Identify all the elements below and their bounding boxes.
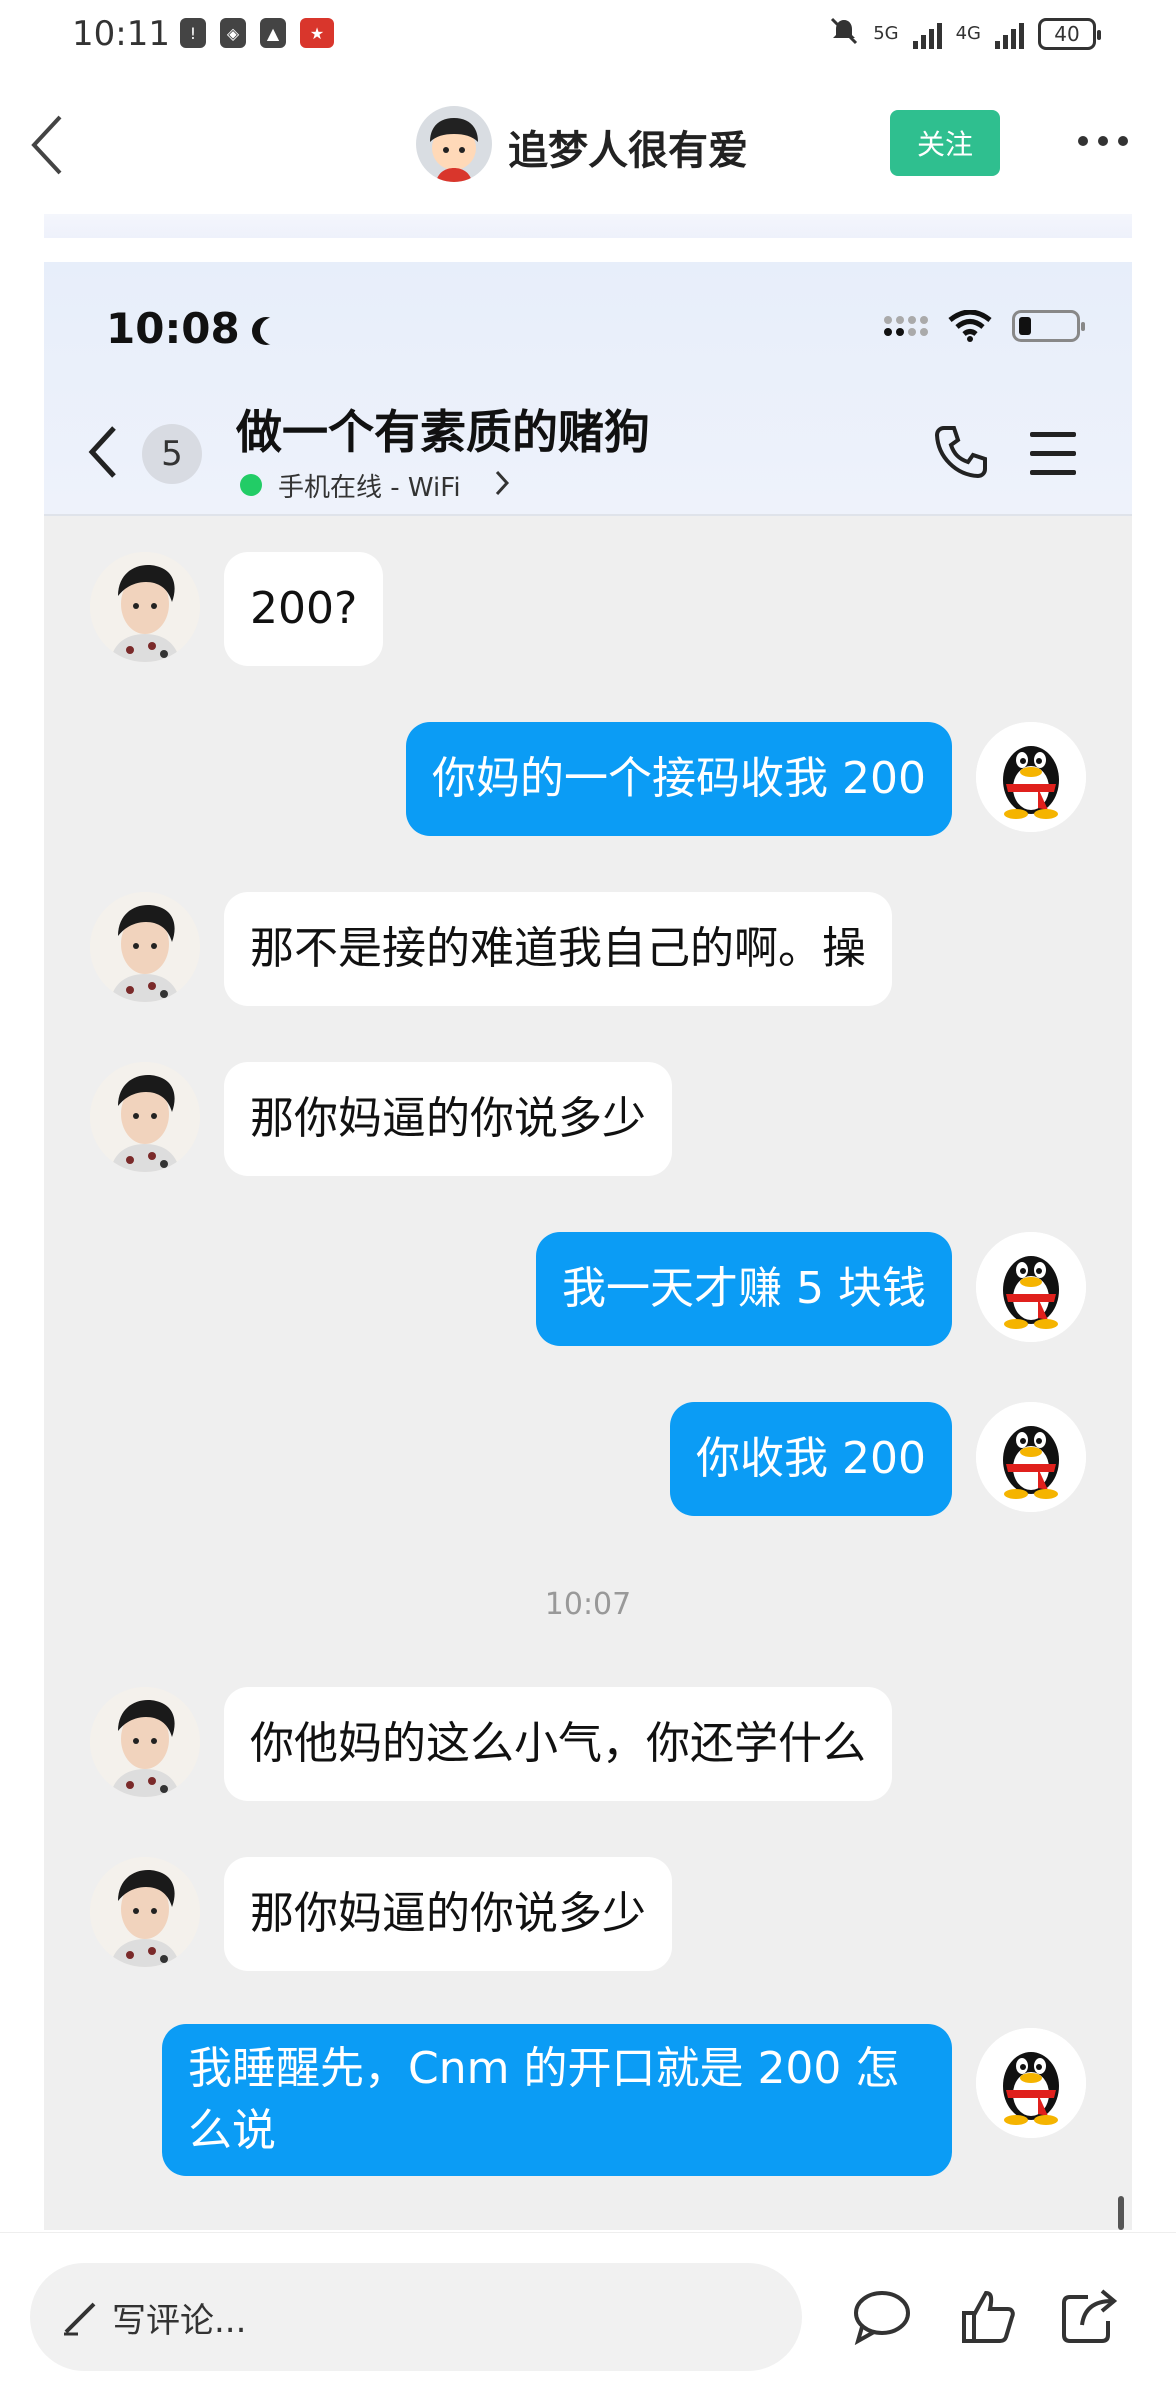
chat-menu-icon[interactable] [1030, 432, 1076, 489]
chat-title: 做一个有素质的赌狗 [236, 405, 650, 459]
system-status-bar: 10:11 ! ◈ ▲ ★ 5G 4G 40 [0, 0, 1176, 72]
self-avatar-qq-icon[interactable] [976, 1232, 1086, 1342]
incoming-message-bubble[interactable]: 那你妈逼的你说多少 [224, 1062, 672, 1176]
follow-button[interactable]: 关注 [890, 110, 1000, 176]
notification-icons: ! ◈ ▲ ★ [180, 18, 334, 48]
outgoing-message-bubble[interactable]: 我睡醒先，Cnm 的开口就是 200 怎么说 [162, 2024, 952, 2176]
battery-icon: 40 [1038, 17, 1101, 50]
contact-avatar[interactable] [90, 1857, 200, 1967]
battery-level: 40 [1054, 21, 1080, 46]
back-button[interactable] [28, 113, 68, 177]
share-icon[interactable] [1060, 2289, 1120, 2349]
incoming-message-bubble[interactable]: 那你妈逼的你说多少 [224, 1857, 672, 1971]
signal-icon [912, 19, 942, 49]
screenshot-time: 10:08 [106, 304, 282, 353]
back-arrow-icon [31, 115, 62, 175]
comment-bar: 写评论... [0, 2232, 1176, 2400]
incoming-message-bubble[interactable]: 200? [224, 552, 384, 666]
contact-avatar[interactable] [90, 1062, 200, 1172]
like-icon[interactable] [960, 2289, 1016, 2349]
unread-badge: 5 [142, 424, 202, 484]
contact-avatar[interactable] [90, 1687, 200, 1797]
app-icon: ◈ [220, 18, 246, 48]
author-avatar[interactable] [416, 106, 492, 182]
chat-header: 10:08 5 做一个有素质的赌狗 手机在线 - WiFi [44, 262, 1132, 516]
signal-icon-2 [995, 19, 1024, 49]
mute-icon [829, 16, 859, 51]
outgoing-message-bubble[interactable]: 你妈的一个接码收我 200 [406, 722, 952, 836]
chat-back-button[interactable] [84, 422, 124, 486]
content-divider [44, 214, 1132, 238]
incoming-message-bubble[interactable]: 那不是接的难道我自己的啊。操 [224, 892, 892, 1006]
status-time: 10:11 [72, 14, 170, 54]
contact-avatar[interactable] [90, 892, 200, 1002]
more-options-icon[interactable] [1078, 136, 1128, 146]
phone-call-icon[interactable] [930, 422, 990, 486]
outgoing-message-bubble[interactable]: 你收我 200 [670, 1402, 952, 1516]
comment-icon[interactable] [852, 2289, 912, 2349]
network-5g-label: 5G [873, 23, 899, 44]
self-avatar-qq-icon[interactable] [976, 722, 1086, 832]
chat-online-status[interactable]: 手机在线 - WiFi [278, 467, 461, 504]
alert-icon: ! [180, 18, 206, 48]
self-avatar-qq-icon[interactable] [976, 2028, 1086, 2138]
screenshot-battery-icon [1012, 310, 1085, 342]
online-status-dot [240, 474, 262, 496]
contact-avatar[interactable] [90, 552, 200, 662]
network-4g-label: 4G [955, 23, 981, 44]
outgoing-message-bubble[interactable]: 我一天才赚 5 块钱 [536, 1232, 952, 1346]
post-header: 追梦人很有爱 关注 [0, 78, 1176, 208]
comment-placeholder: 写评论... [112, 2300, 247, 2341]
self-avatar-qq-icon[interactable] [976, 1402, 1086, 1512]
comment-input[interactable]: 写评论... [30, 2263, 802, 2371]
qq-notification-icon: ▲ [260, 18, 286, 48]
chevron-left-icon [88, 426, 116, 478]
system-right-icons: 5G 4G 40 [829, 16, 1101, 51]
pencil-icon [64, 2302, 96, 2336]
incoming-message-bubble[interactable]: 你他妈的这么小气，你还学什么 [224, 1687, 892, 1801]
chevron-right-icon [492, 468, 512, 502]
cell-signal-icon [884, 316, 928, 336]
message-timestamp: 10:07 [544, 1587, 632, 1622]
chat-screenshot-image: 10:08 5 做一个有素质的赌狗 手机在线 - WiFi 200? 你妈的一个… [44, 262, 1132, 2230]
moon-icon [260, 317, 288, 345]
screenshot-time-text: 10:08 [106, 304, 240, 353]
app-red-icon: ★ [300, 18, 334, 48]
scrollbar[interactable] [1118, 2196, 1124, 2230]
screenshot-status-icons [884, 310, 1085, 342]
wifi-icon [948, 310, 992, 342]
author-name[interactable]: 追梦人很有爱 [508, 118, 748, 176]
